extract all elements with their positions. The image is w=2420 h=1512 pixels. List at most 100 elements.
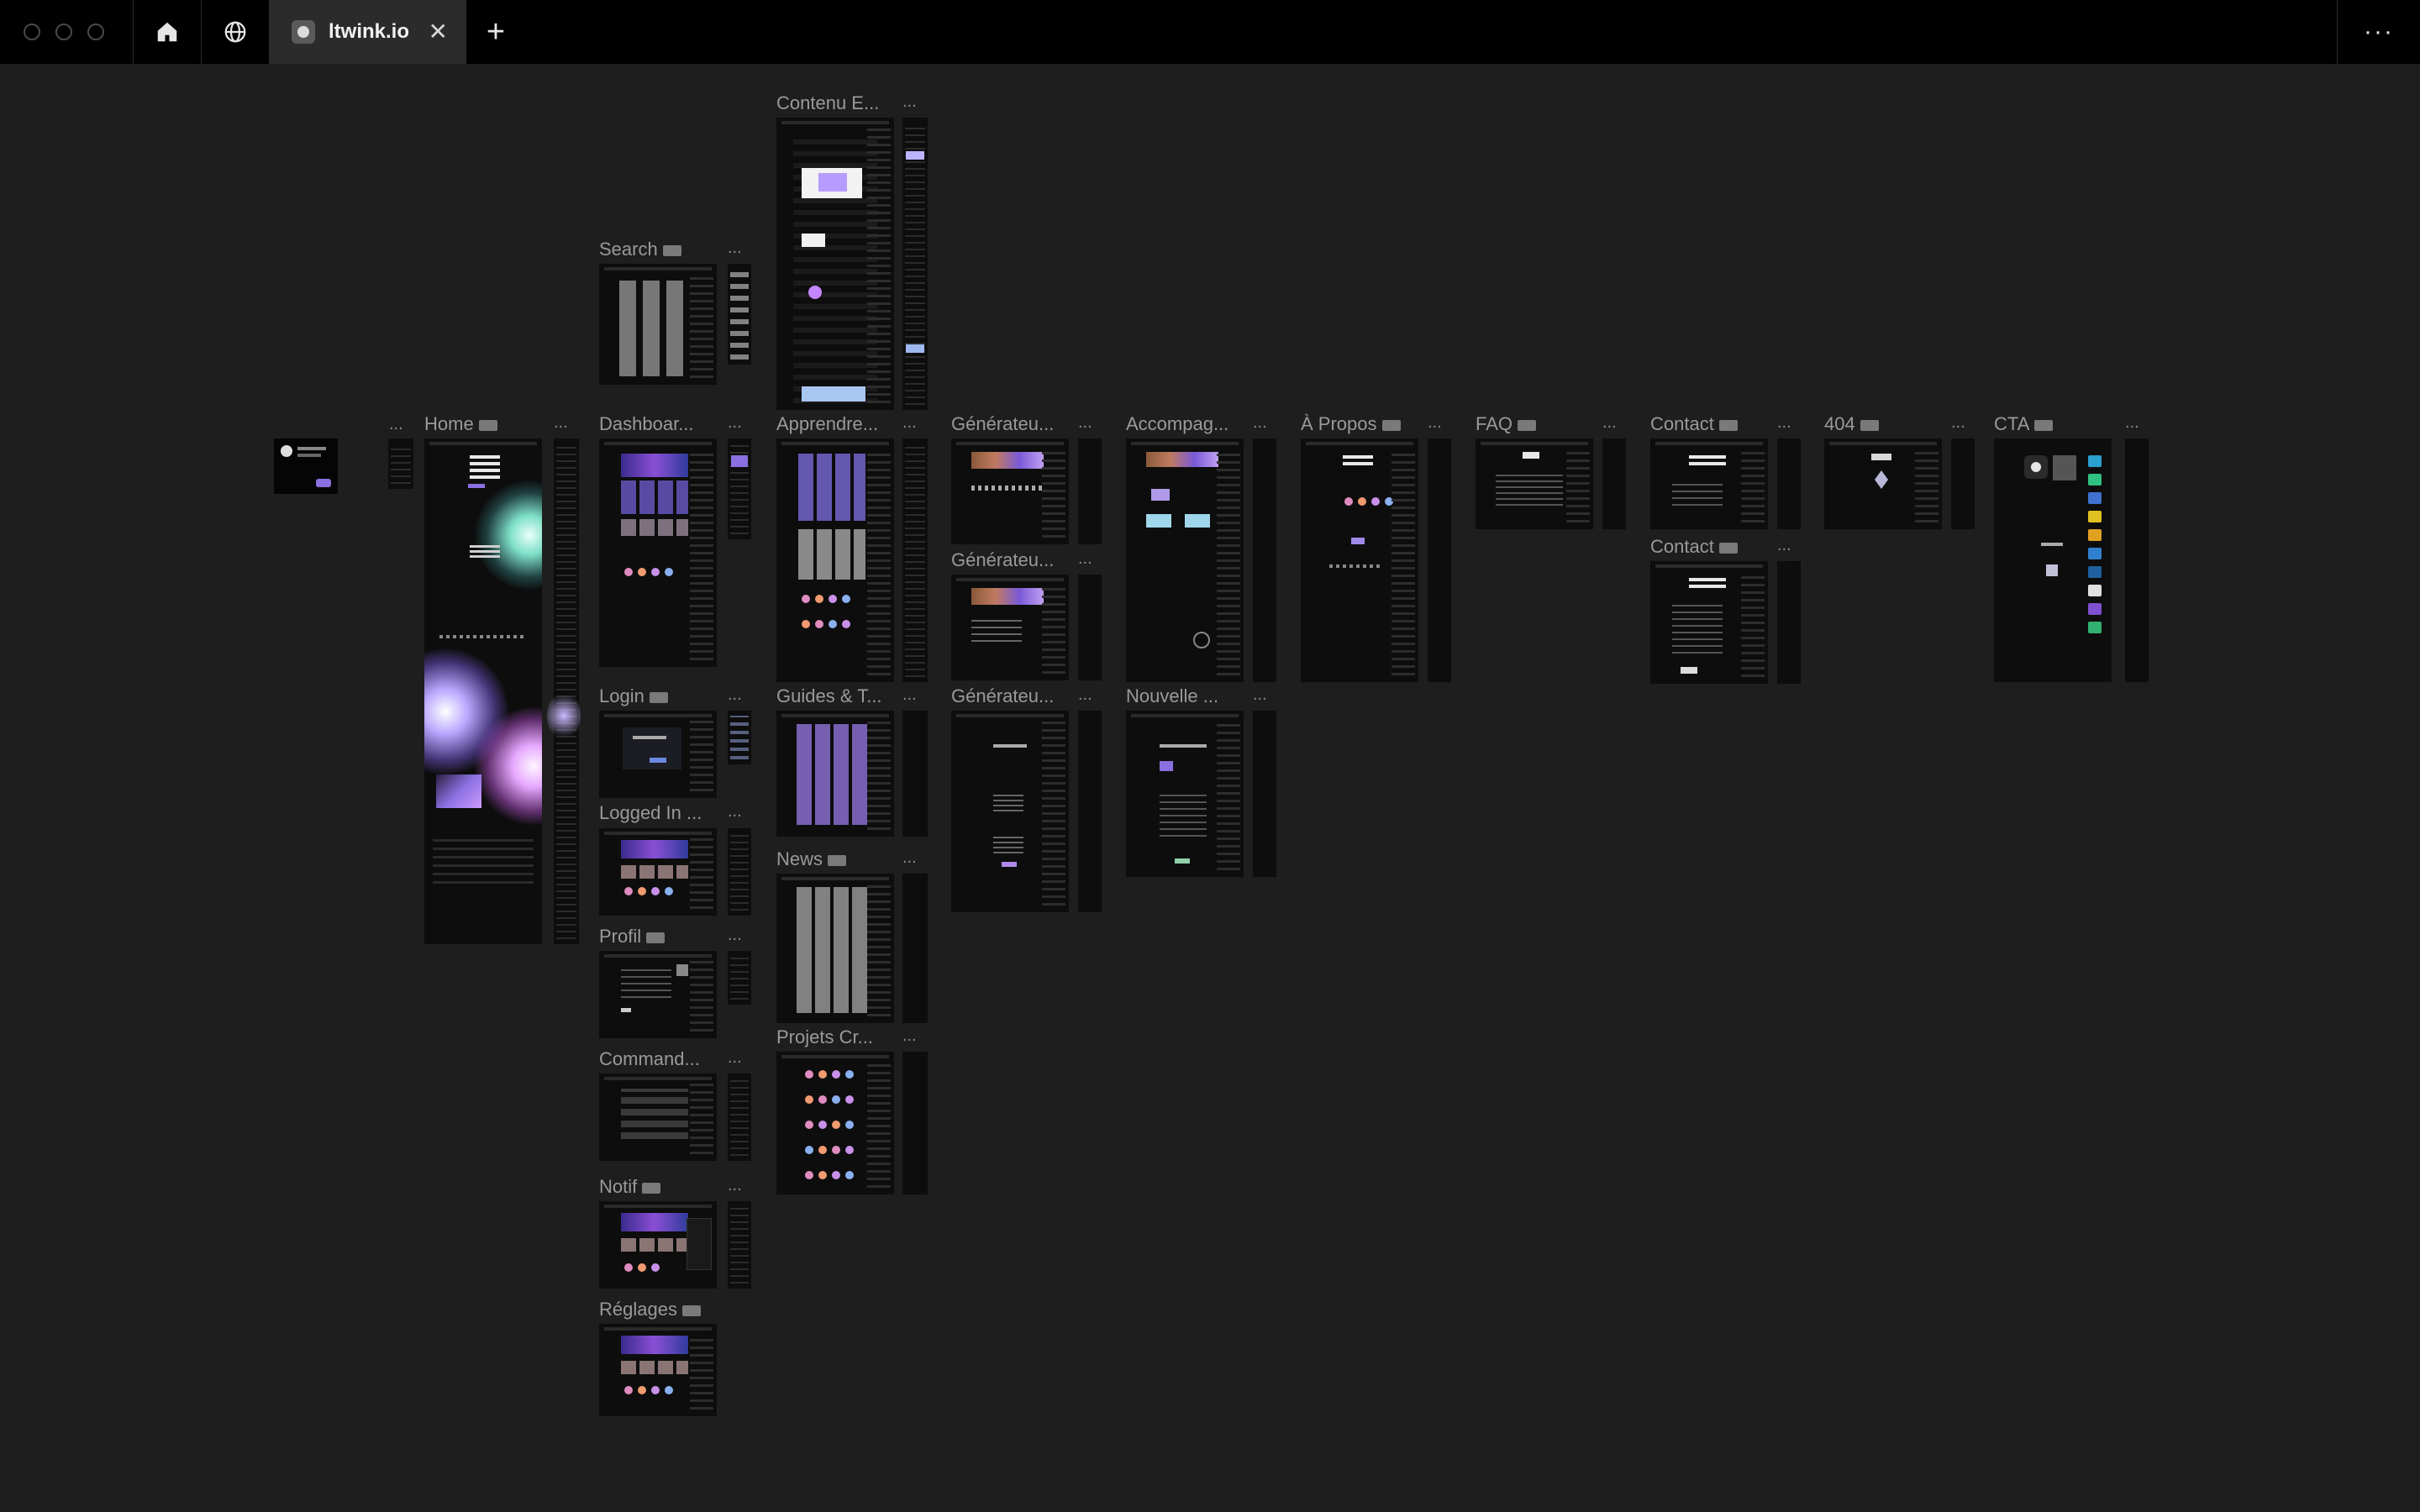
desktop-preview <box>1824 438 1942 529</box>
desktop-preview <box>776 118 894 410</box>
desktop-preview <box>599 711 717 798</box>
mobile-preview <box>1951 438 1975 529</box>
mobile-preview <box>1078 438 1102 544</box>
frame-options[interactable]: ... <box>728 239 742 258</box>
mobile-preview <box>547 438 581 944</box>
desktop-preview <box>776 1052 894 1194</box>
mobile-preview <box>728 438 751 539</box>
frame-label[interactable]: Apprendre... <box>776 413 878 435</box>
desktop-preview <box>599 1201 717 1289</box>
frame-label[interactable]: News <box>776 848 847 870</box>
frame-options[interactable]: ... <box>1777 413 1791 433</box>
frame-label[interactable]: Accompag... <box>1126 413 1228 435</box>
desktop-preview <box>1994 438 2112 682</box>
mobile-preview <box>902 438 928 682</box>
desktop-icon <box>642 1182 661 1194</box>
tab-close-icon[interactable]: ✕ <box>429 20 448 44</box>
desktop-icon <box>1381 419 1401 431</box>
desktop-preview <box>1301 438 1418 682</box>
site-favicon <box>292 20 315 44</box>
mobile-preview <box>728 711 751 764</box>
frame-options[interactable]: ... <box>902 413 917 433</box>
frame-label[interactable]: Login <box>599 685 668 707</box>
more-menu-button[interactable]: ··· <box>2337 0 2420 64</box>
globe-icon <box>224 21 246 43</box>
frame-options[interactable]: ... <box>554 413 568 433</box>
frame-label[interactable]: Dashboar... <box>599 413 694 435</box>
frame-label[interactable]: Projets Cr... <box>776 1026 873 1048</box>
frame-options[interactable]: ... <box>1951 413 1965 433</box>
tab-title: ltwink.io <box>329 20 409 43</box>
desktop-preview <box>776 438 894 682</box>
mobile-preview <box>1078 575 1102 680</box>
globe-button[interactable] <box>202 0 270 64</box>
frame-label[interactable]: Profil <box>599 926 666 948</box>
frame-label[interactable]: Guides & T... <box>776 685 882 707</box>
frame-label[interactable]: Contact <box>1650 536 1738 558</box>
frame-options[interactable]: ... <box>1777 536 1791 555</box>
frame-options[interactable]: ... <box>2125 413 2139 433</box>
minimize-window-button[interactable] <box>55 24 72 40</box>
frame-label[interactable]: Contact <box>1650 413 1738 435</box>
frame-options[interactable]: ... <box>728 685 742 705</box>
frame-label[interactable]: À Propos <box>1301 413 1401 435</box>
frame-label[interactable]: 404 <box>1824 413 1879 435</box>
frame-options[interactable]: ... <box>1253 413 1267 433</box>
mobile-preview[interactable] <box>388 438 413 489</box>
frame-options[interactable]: ... <box>1253 685 1267 705</box>
desktop-preview <box>1476 438 1593 529</box>
frame-label[interactable]: Command... <box>599 1048 700 1070</box>
frame-label[interactable]: Générateu... <box>951 685 1054 707</box>
frame-options[interactable]: ... <box>728 413 742 433</box>
browser-title-bar: ltwink.io ✕ + ··· <box>0 0 2420 64</box>
frame-options[interactable]: ... <box>728 802 742 822</box>
desktop-icon <box>662 244 681 256</box>
new-tab-button[interactable]: + <box>466 0 525 64</box>
mobile-preview <box>1428 438 1451 682</box>
close-window-button[interactable] <box>24 24 40 40</box>
frame-label[interactable]: Search <box>599 239 681 260</box>
desktop-preview <box>599 828 717 916</box>
frame-options[interactable]: ... <box>1078 413 1092 433</box>
mobile-preview <box>902 1052 928 1194</box>
desktop-preview <box>951 711 1069 912</box>
mobile-preview <box>902 874 928 1023</box>
home-icon <box>157 22 177 42</box>
frame-options[interactable]: ... <box>1602 413 1617 433</box>
maximize-window-button[interactable] <box>87 24 104 40</box>
desktop-icon <box>2034 419 2054 431</box>
frame-options[interactable]: ... <box>902 848 917 868</box>
mobile-preview <box>1078 711 1102 912</box>
tab-ltwink[interactable]: ltwink.io ✕ <box>270 0 466 64</box>
logo-card[interactable] <box>274 438 338 494</box>
frame-options[interactable]: ... <box>902 685 917 705</box>
frame-options[interactable]: ... <box>389 415 403 434</box>
frame-label[interactable]: Logged In ... <box>599 802 702 824</box>
frame-label[interactable]: FAQ <box>1476 413 1537 435</box>
mobile-preview <box>1253 711 1276 877</box>
desktop-preview <box>951 438 1069 544</box>
frame-options[interactable]: ... <box>1428 413 1442 433</box>
frame-label[interactable]: Home <box>424 413 497 435</box>
canvas[interactable]: ... Contenu E... ... Search ... Home ... <box>0 64 2420 1512</box>
desktop-icon <box>646 932 666 943</box>
frame-options[interactable]: ... <box>902 1026 917 1046</box>
frame-label[interactable]: Notif <box>599 1176 661 1198</box>
frame-options[interactable]: ... <box>1078 685 1092 705</box>
frame-options[interactable]: ... <box>728 1176 742 1195</box>
frame-label[interactable]: Réglages <box>599 1299 701 1320</box>
mobile-preview <box>728 1201 751 1289</box>
frame-options[interactable]: ... <box>728 1048 742 1068</box>
frame-label[interactable]: Générateu... <box>951 413 1054 435</box>
frame-options[interactable]: ... <box>902 92 917 112</box>
home-button[interactable] <box>134 0 202 64</box>
desktop-icon <box>478 419 497 431</box>
frame-label[interactable]: Générateu... <box>951 549 1054 571</box>
desktop-icon <box>1518 419 1537 431</box>
frame-options[interactable]: ... <box>1078 549 1092 569</box>
frame-label[interactable]: CTA <box>1994 413 2054 435</box>
frame-options[interactable]: ... <box>728 926 742 945</box>
frame-label[interactable]: Contenu E... <box>776 92 879 114</box>
desktop-preview <box>424 438 542 944</box>
frame-label[interactable]: Nouvelle ... <box>1126 685 1218 707</box>
